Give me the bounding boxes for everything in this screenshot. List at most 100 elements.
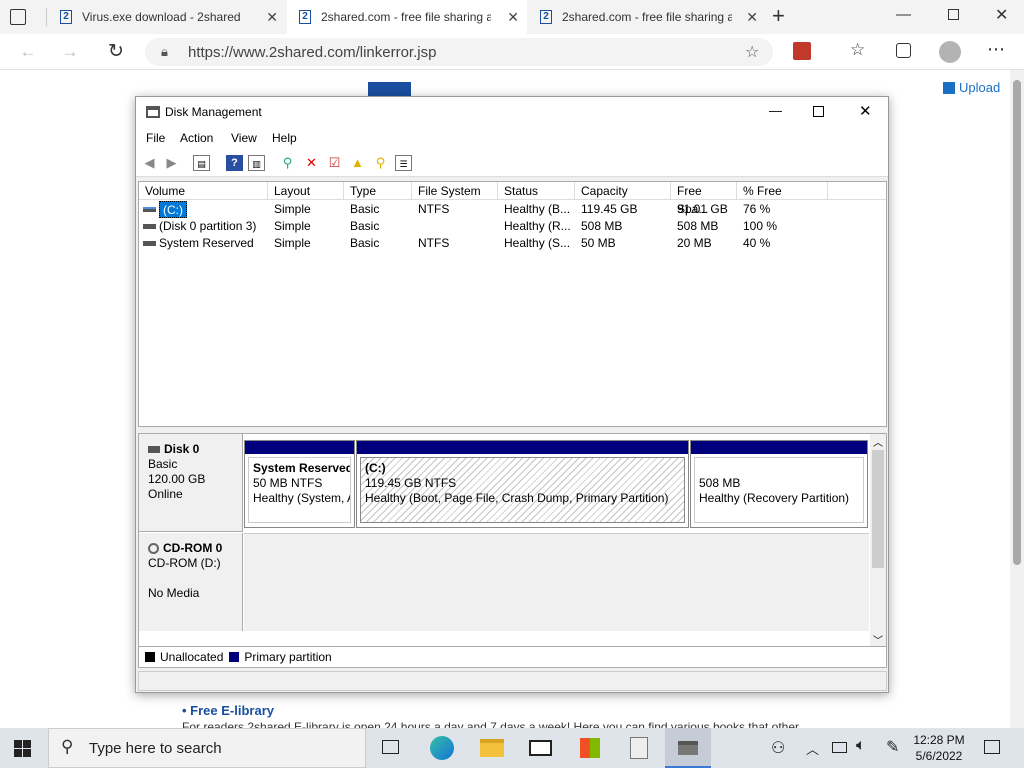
free-space: 508 MB: [677, 219, 719, 233]
disk-icon: [148, 446, 160, 453]
tab-2shared[interactable]: 2 2shared.com - free file sharing a ✕: [528, 0, 766, 34]
disk-view-scrollbar[interactable]: ︿ ﹀: [870, 434, 886, 647]
notification-icon[interactable]: [984, 740, 1000, 754]
col-free-space[interactable]: Free Spa...: [671, 182, 737, 216]
list-view-icon[interactable]: ☰: [395, 155, 412, 171]
scroll-up-icon[interactable]: ︿: [873, 434, 883, 449]
check-icon[interactable]: ☑: [326, 155, 343, 171]
close-tab-icon[interactable]: ✕: [746, 9, 758, 26]
upload-link[interactable]: Upload: [943, 80, 1000, 95]
favorites-icon[interactable]: ☆: [850, 40, 865, 60]
minimize-window-button[interactable]: —: [896, 6, 911, 23]
url-field[interactable]: 🔒︎ https://www.2shared.com/linkerror.jsp…: [145, 38, 773, 66]
pct-free: 40 %: [743, 236, 771, 250]
page-scrollbar-thumb[interactable]: [1013, 80, 1021, 565]
task-view-icon[interactable]: [382, 740, 399, 754]
show-hidden-icons[interactable]: ︿: [806, 739, 819, 758]
forward-arrow-icon[interactable]: ▶: [163, 155, 180, 171]
col-layout[interactable]: Layout: [268, 182, 344, 200]
col-filler: [828, 182, 886, 200]
status: Healthy (R...: [504, 219, 571, 233]
console-tree-icon[interactable]: ▥: [248, 155, 265, 171]
delete-icon[interactable]: ✕: [303, 155, 320, 171]
mail-icon[interactable]: [529, 740, 552, 756]
menu-view[interactable]: View: [231, 131, 257, 145]
more-menu-icon[interactable]: ⋯: [987, 39, 1005, 60]
connect-disk-icon[interactable]: ⚲: [279, 155, 296, 171]
refresh-button[interactable]: ↻: [101, 34, 131, 70]
upload-icon: [943, 81, 955, 94]
maximize-button[interactable]: [813, 106, 824, 117]
col-filesystem[interactable]: File System: [412, 182, 498, 200]
tab-2shared-active[interactable]: 2 2shared.com - free file sharing a ✕: [287, 0, 527, 34]
col-pct-free[interactable]: % Free: [737, 182, 828, 200]
new-tab-button[interactable]: +: [772, 3, 785, 29]
add-favorite-icon[interactable]: ☆: [745, 42, 759, 62]
cdrom-icon: [148, 543, 159, 554]
folder-up-icon[interactable]: ▲: [349, 155, 366, 171]
search-folder-icon[interactable]: ⚲: [372, 155, 389, 171]
back-button[interactable]: ←: [13, 34, 43, 70]
cdrom-label[interactable]: CD-ROM 0 CD-ROM (D:) No Media: [139, 533, 243, 631]
drive-icon: [143, 207, 156, 212]
table-row[interactable]: (Disk 0 partition 3) Simple Basic Health…: [139, 218, 886, 235]
file-explorer-icon[interactable]: [480, 739, 504, 757]
close-button[interactable]: ✕: [859, 102, 872, 120]
capacity: 50 MB: [581, 236, 616, 250]
search-box[interactable]: ⚲ Type here to search: [48, 728, 366, 768]
menu-help[interactable]: Help: [272, 131, 297, 145]
help-icon[interactable]: ?: [226, 155, 243, 171]
close-tab-icon[interactable]: ✕: [266, 9, 278, 26]
table-row[interactable]: (C:) Simple Basic NTFS Healthy (B... 119…: [139, 201, 886, 218]
back-arrow-icon[interactable]: ◀: [141, 155, 158, 171]
menu-file[interactable]: File: [146, 131, 165, 145]
clock-date: 5/6/2022: [915, 749, 963, 763]
volume-icon[interactable]: 🔈︎: [856, 737, 866, 755]
pct-free: 100 %: [743, 219, 778, 233]
library-title[interactable]: • Free E-library: [182, 703, 274, 718]
disk-type: Basic: [148, 457, 178, 471]
layout: Simple: [274, 219, 311, 233]
layout: Simple: [274, 236, 311, 250]
tab-actions-icon[interactable]: [10, 9, 26, 25]
partition-recovery[interactable]: 508 MB Healthy (Recovery Partition): [690, 440, 868, 528]
type: Basic: [350, 202, 380, 216]
scroll-down-icon[interactable]: ﹀: [873, 632, 883, 647]
filesystem: NTFS: [418, 236, 450, 250]
forward-button[interactable]: →: [55, 34, 85, 70]
start-button[interactable]: [14, 740, 31, 757]
profile-avatar[interactable]: [939, 41, 961, 63]
disk-management-window: Disk Management — ✕ File Action View Hel…: [135, 96, 889, 693]
people-icon[interactable]: ⚇: [771, 738, 785, 758]
pen-icon[interactable]: ✎: [886, 737, 899, 757]
properties-icon[interactable]: ▤: [193, 155, 210, 171]
partition-status: Healthy (Boot, Page File, Crash Dump, Pr…: [365, 491, 669, 505]
network-icon[interactable]: [832, 742, 847, 753]
active-app-button[interactable]: [665, 728, 711, 768]
menu-action[interactable]: Action: [180, 131, 213, 145]
edge-icon[interactable]: [430, 736, 454, 760]
col-volume[interactable]: Volume: [139, 182, 268, 200]
clock[interactable]: 12:28 PM 5/6/2022: [906, 732, 972, 764]
partition-status: Healthy (Recovery Partition): [699, 491, 850, 505]
extension-icon[interactable]: [793, 42, 811, 60]
partition-system-reserved[interactable]: System Reserved 50 MB NTFS Healthy (Syst…: [244, 440, 355, 528]
table-row[interactable]: System Reserved Simple Basic NTFS Health…: [139, 235, 886, 252]
scrollbar-thumb[interactable]: [872, 450, 884, 568]
drive-icon: [143, 224, 156, 229]
close-tab-icon[interactable]: ✕: [507, 9, 519, 26]
col-capacity[interactable]: Capacity: [575, 182, 671, 200]
close-window-button[interactable]: ✕: [995, 5, 1008, 25]
drive-icon: [143, 241, 156, 246]
col-type[interactable]: Type: [344, 182, 412, 200]
upload-label: Upload: [959, 80, 1001, 95]
tab-virus-download[interactable]: 2 Virus.exe download - 2shared ✕: [48, 0, 286, 34]
app-icon[interactable]: [630, 737, 648, 759]
collections-icon[interactable]: [896, 43, 911, 58]
restore-window-button[interactable]: [948, 9, 959, 20]
minimize-button[interactable]: —: [769, 103, 782, 118]
disk0-label[interactable]: Disk 0 Basic 120.00 GB Online: [139, 434, 243, 532]
partition-c[interactable]: (C:) 119.45 GB NTFS Healthy (Boot, Page …: [356, 440, 689, 528]
col-status[interactable]: Status: [498, 182, 575, 200]
store-icon[interactable]: [580, 738, 600, 758]
